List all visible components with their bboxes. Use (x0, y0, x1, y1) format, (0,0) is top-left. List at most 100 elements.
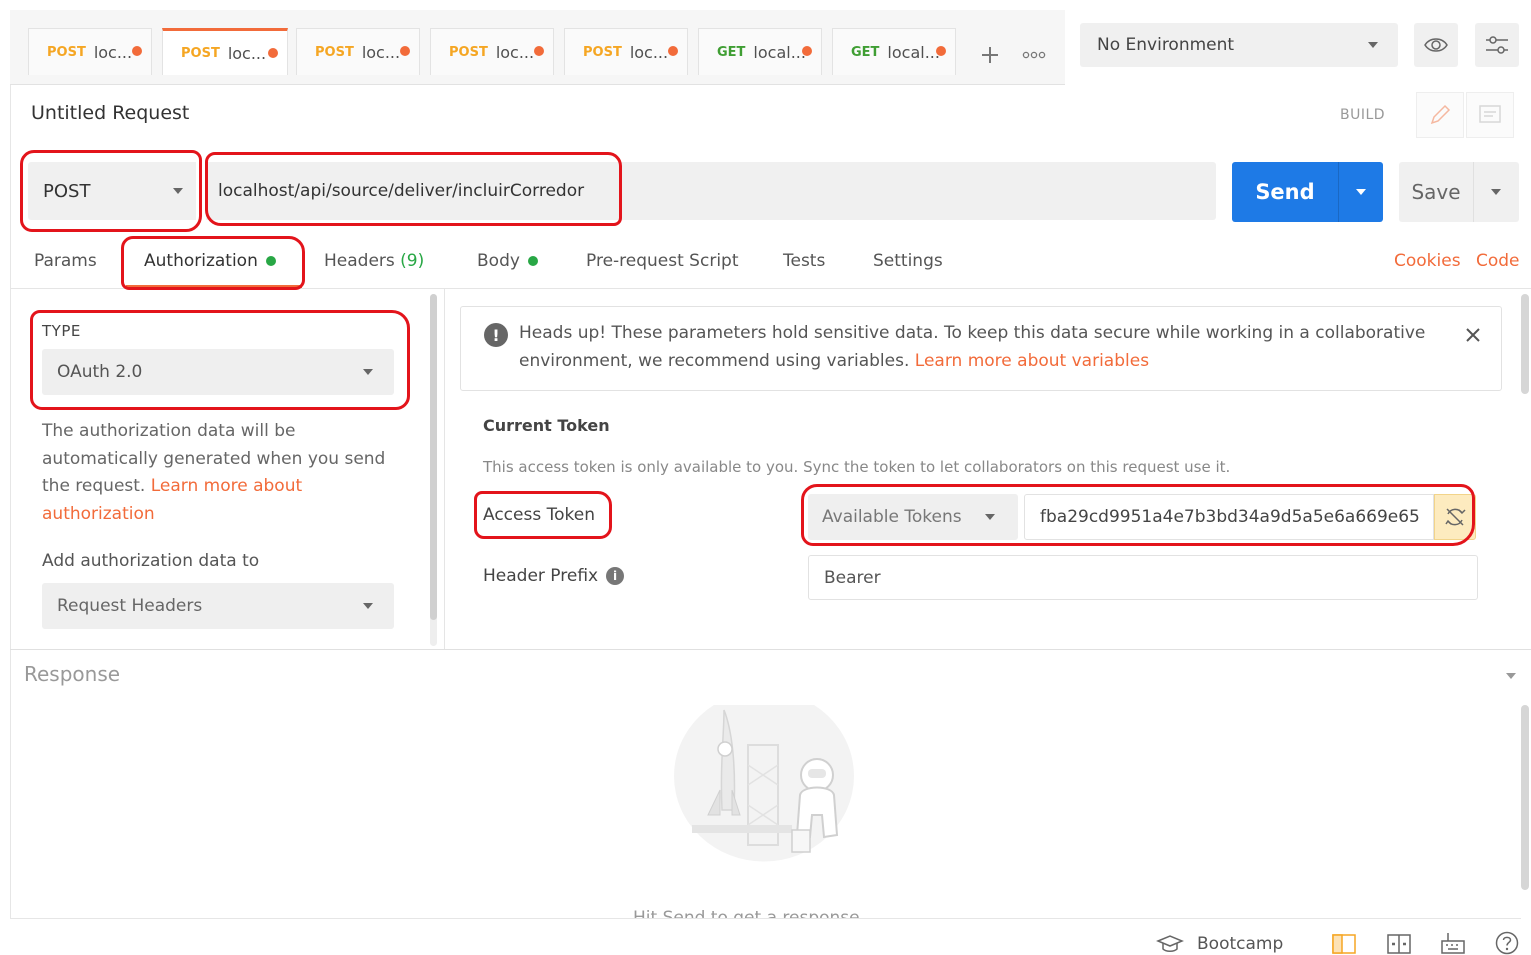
response-hint: Hit Send to get a response (633, 908, 860, 918)
status-dot-icon (527, 256, 538, 266)
window-border (10, 85, 11, 918)
chevron-down-icon (1356, 189, 1366, 195)
tab-tests[interactable]: Tests (783, 251, 825, 271)
tab-method: POST (315, 44, 354, 60)
status-dot-icon (265, 256, 276, 266)
method-value: POST (43, 180, 91, 202)
manage-environments-button[interactable] (1475, 23, 1519, 67)
auth-type-label: TYPE (42, 322, 81, 340)
url-input[interactable] (206, 162, 1216, 220)
header-prefix-input[interactable]: Bearer (808, 555, 1478, 600)
response-scrollbar[interactable] (1521, 705, 1529, 890)
save-options-button[interactable] (1473, 162, 1519, 222)
available-tokens-label: Available Tokens (822, 507, 962, 527)
add-auth-to-select[interactable]: Request Headers (42, 583, 394, 629)
bootcamp-button[interactable]: Bootcamp (1197, 934, 1283, 954)
info-icon[interactable]: i (606, 567, 625, 585)
keyboard-shortcuts-icon[interactable] (1440, 931, 1466, 955)
request-tab[interactable]: GET local... (698, 28, 822, 75)
cookies-link[interactable]: Cookies (1394, 251, 1461, 271)
alert-icon: ! (484, 323, 508, 347)
auth-type-value: OAuth 2.0 (57, 362, 143, 382)
request-tab[interactable]: POST loc... (28, 28, 152, 75)
notice-text: Heads up! These parameters hold sensitiv… (519, 320, 1449, 375)
send-options-button[interactable] (1338, 162, 1383, 222)
add-auth-to-value: Request Headers (57, 596, 203, 616)
unsaved-dot-icon (936, 46, 946, 56)
tab-body[interactable]: Body (477, 251, 538, 271)
chevron-down-icon (173, 188, 183, 194)
environment-value: No Environment (1097, 35, 1235, 55)
tab-tests-label: Tests (783, 251, 826, 271)
tab-settings[interactable]: Settings (873, 251, 943, 271)
learn-more-variables-link[interactable]: Learn more about variables (915, 351, 1149, 371)
tab-label: loc... (93, 42, 133, 62)
request-tab[interactable]: GET local... (832, 28, 956, 75)
build-mode-label: BUILD (1340, 107, 1386, 123)
close-notice-button[interactable] (1465, 321, 1481, 349)
request-tab[interactable]: POST loc... (296, 28, 420, 75)
send-button[interactable]: Send (1232, 162, 1338, 222)
chevron-down-icon (363, 603, 373, 609)
tab-label: loc... (227, 43, 267, 63)
method-select[interactable]: POST (28, 162, 196, 220)
left-panel-scrollbar[interactable] (430, 294, 437, 620)
chevron-down-icon (1491, 189, 1501, 195)
comment-icon (1479, 105, 1501, 123)
available-tokens-select[interactable]: Available Tokens (808, 494, 1018, 540)
layout-toggle-icon[interactable] (1386, 933, 1412, 955)
tab-prerequest-script[interactable]: Pre-request Script (586, 251, 739, 271)
tab-params[interactable]: Params (34, 251, 97, 271)
code-link[interactable]: Code (1476, 251, 1520, 271)
chevron-down-icon (985, 514, 995, 520)
tab-params-label: Params (34, 251, 97, 271)
more-tabs-button[interactable] (1014, 38, 1054, 72)
add-auth-to-label: Add authorization data to (42, 551, 260, 571)
edit-button[interactable] (1416, 92, 1464, 138)
unsaved-dot-icon (802, 46, 812, 56)
tab-method: POST (181, 45, 220, 61)
two-pane-view-icon[interactable] (1331, 933, 1357, 955)
right-panel-scrollbar[interactable] (1521, 294, 1529, 394)
ellipsis-icon (1022, 51, 1046, 59)
collapse-response-icon[interactable] (1506, 673, 1516, 679)
sync-token-button[interactable] (1434, 494, 1476, 540)
chevron-down-icon (1368, 42, 1378, 48)
current-token-heading: Current Token (483, 416, 610, 435)
tab-authorization[interactable]: Authorization (144, 251, 276, 271)
access-token-input[interactable]: fba29cd9951a4e7b3bd34a9d5a5e6a669e65 (1024, 494, 1434, 540)
unsaved-dot-icon (534, 46, 544, 56)
environment-quick-look-button[interactable] (1414, 23, 1458, 67)
new-tab-button[interactable] (970, 38, 1010, 72)
tab-headers-label: Headers (324, 251, 395, 271)
close-icon (1466, 328, 1480, 342)
divider (10, 288, 1531, 289)
rocket-illustration-icon (674, 705, 854, 862)
tab-method: POST (583, 44, 622, 60)
request-title[interactable]: Untitled Request (31, 102, 189, 124)
auth-type-select[interactable]: OAuth 2.0 (42, 349, 394, 395)
request-tab[interactable]: POST loc... (564, 28, 688, 75)
environment-select[interactable]: No Environment (1080, 23, 1398, 67)
postman-window: POST loc... POST loc... POST loc... POST… (0, 0, 1531, 955)
tab-headers[interactable]: Headers (9) (324, 251, 424, 271)
unsaved-dot-icon (668, 46, 678, 56)
token-help-text: This access token is only available to y… (483, 458, 1231, 476)
tab-body-label: Body (477, 251, 520, 271)
auth-description: The authorization data will be automatic… (42, 418, 407, 528)
eye-icon (1424, 38, 1448, 52)
help-icon[interactable] (1494, 931, 1520, 955)
graduation-cap-icon (1156, 935, 1184, 952)
status-bar (0, 919, 1531, 955)
pencil-icon (1430, 104, 1451, 125)
request-tab-active[interactable]: POST loc... (162, 28, 288, 75)
tab-label: local... (887, 42, 940, 62)
request-tab[interactable]: POST loc... (430, 28, 554, 75)
headers-count: (9) (400, 251, 425, 271)
save-button[interactable]: Save (1399, 162, 1473, 222)
tab-label: loc... (361, 42, 401, 62)
header-prefix-text: Header Prefix (483, 566, 599, 586)
comments-button[interactable] (1466, 92, 1514, 138)
chevron-down-icon (363, 369, 373, 375)
response-divider (10, 649, 1531, 650)
